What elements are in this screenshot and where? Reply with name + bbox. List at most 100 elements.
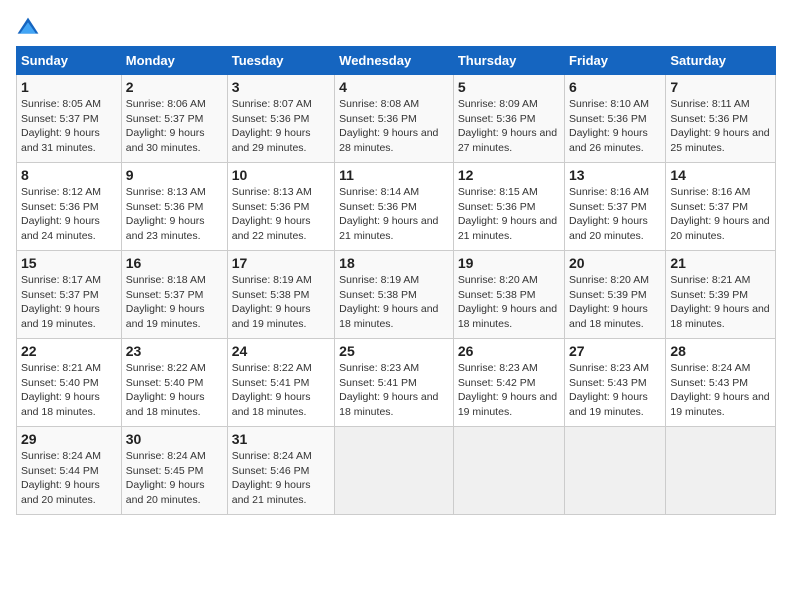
calendar-week-4: 22 Sunrise: 8:21 AMSunset: 5:40 PMDaylig… [17, 339, 776, 427]
day-cell-7: 7 Sunrise: 8:11 AMSunset: 5:36 PMDayligh… [666, 75, 776, 163]
day-info: Sunrise: 8:07 AMSunset: 5:36 PMDaylight:… [232, 98, 312, 154]
logo [16, 16, 44, 40]
day-number: 3 [232, 79, 330, 95]
day-number: 18 [339, 255, 449, 271]
day-cell-20: 20 Sunrise: 8:20 AMSunset: 5:39 PMDaylig… [565, 251, 666, 339]
day-info: Sunrise: 8:12 AMSunset: 5:36 PMDaylight:… [21, 186, 101, 242]
day-number: 19 [458, 255, 560, 271]
day-number: 13 [569, 167, 661, 183]
day-cell-13: 13 Sunrise: 8:16 AMSunset: 5:37 PMDaylig… [565, 163, 666, 251]
day-info: Sunrise: 8:20 AMSunset: 5:39 PMDaylight:… [569, 274, 649, 330]
day-number: 11 [339, 167, 449, 183]
day-number: 29 [21, 431, 117, 447]
day-cell-5: 5 Sunrise: 8:09 AMSunset: 5:36 PMDayligh… [453, 75, 564, 163]
day-number: 14 [670, 167, 771, 183]
day-number: 2 [126, 79, 223, 95]
days-header-row: SundayMondayTuesdayWednesdayThursdayFrid… [17, 47, 776, 75]
day-header-sunday: Sunday [17, 47, 122, 75]
day-info: Sunrise: 8:13 AMSunset: 5:36 PMDaylight:… [232, 186, 312, 242]
day-header-tuesday: Tuesday [227, 47, 334, 75]
day-cell-16: 16 Sunrise: 8:18 AMSunset: 5:37 PMDaylig… [121, 251, 227, 339]
day-cell-14: 14 Sunrise: 8:16 AMSunset: 5:37 PMDaylig… [666, 163, 776, 251]
header [16, 16, 776, 40]
day-info: Sunrise: 8:08 AMSunset: 5:36 PMDaylight:… [339, 98, 438, 154]
day-cell-10: 10 Sunrise: 8:13 AMSunset: 5:36 PMDaylig… [227, 163, 334, 251]
day-header-wednesday: Wednesday [335, 47, 454, 75]
day-info: Sunrise: 8:22 AMSunset: 5:41 PMDaylight:… [232, 362, 312, 418]
day-number: 10 [232, 167, 330, 183]
day-cell-15: 15 Sunrise: 8:17 AMSunset: 5:37 PMDaylig… [17, 251, 122, 339]
day-number: 20 [569, 255, 661, 271]
day-number: 25 [339, 343, 449, 359]
calendar-week-2: 8 Sunrise: 8:12 AMSunset: 5:36 PMDayligh… [17, 163, 776, 251]
day-number: 6 [569, 79, 661, 95]
day-number: 4 [339, 79, 449, 95]
day-cell-21: 21 Sunrise: 8:21 AMSunset: 5:39 PMDaylig… [666, 251, 776, 339]
day-cell-19: 19 Sunrise: 8:20 AMSunset: 5:38 PMDaylig… [453, 251, 564, 339]
day-header-thursday: Thursday [453, 47, 564, 75]
day-info: Sunrise: 8:21 AMSunset: 5:39 PMDaylight:… [670, 274, 769, 330]
day-cell-18: 18 Sunrise: 8:19 AMSunset: 5:38 PMDaylig… [335, 251, 454, 339]
day-number: 15 [21, 255, 117, 271]
day-cell-29: 29 Sunrise: 8:24 AMSunset: 5:44 PMDaylig… [17, 427, 122, 515]
empty-cell [565, 427, 666, 515]
day-number: 24 [232, 343, 330, 359]
day-cell-4: 4 Sunrise: 8:08 AMSunset: 5:36 PMDayligh… [335, 75, 454, 163]
day-number: 1 [21, 79, 117, 95]
day-info: Sunrise: 8:16 AMSunset: 5:37 PMDaylight:… [569, 186, 649, 242]
day-number: 9 [126, 167, 223, 183]
day-info: Sunrise: 8:20 AMSunset: 5:38 PMDaylight:… [458, 274, 557, 330]
day-cell-11: 11 Sunrise: 8:14 AMSunset: 5:36 PMDaylig… [335, 163, 454, 251]
day-cell-31: 31 Sunrise: 8:24 AMSunset: 5:46 PMDaylig… [227, 427, 334, 515]
day-info: Sunrise: 8:11 AMSunset: 5:36 PMDaylight:… [670, 98, 769, 154]
day-number: 21 [670, 255, 771, 271]
day-info: Sunrise: 8:24 AMSunset: 5:46 PMDaylight:… [232, 450, 312, 506]
day-info: Sunrise: 8:21 AMSunset: 5:40 PMDaylight:… [21, 362, 101, 418]
day-info: Sunrise: 8:06 AMSunset: 5:37 PMDaylight:… [126, 98, 206, 154]
day-number: 5 [458, 79, 560, 95]
day-info: Sunrise: 8:24 AMSunset: 5:44 PMDaylight:… [21, 450, 101, 506]
calendar-week-1: 1 Sunrise: 8:05 AMSunset: 5:37 PMDayligh… [17, 75, 776, 163]
day-number: 7 [670, 79, 771, 95]
day-cell-3: 3 Sunrise: 8:07 AMSunset: 5:36 PMDayligh… [227, 75, 334, 163]
day-info: Sunrise: 8:18 AMSunset: 5:37 PMDaylight:… [126, 274, 206, 330]
day-cell-28: 28 Sunrise: 8:24 AMSunset: 5:43 PMDaylig… [666, 339, 776, 427]
day-number: 22 [21, 343, 117, 359]
logo-icon [16, 16, 40, 40]
day-cell-24: 24 Sunrise: 8:22 AMSunset: 5:41 PMDaylig… [227, 339, 334, 427]
day-info: Sunrise: 8:15 AMSunset: 5:36 PMDaylight:… [458, 186, 557, 242]
day-info: Sunrise: 8:23 AMSunset: 5:43 PMDaylight:… [569, 362, 649, 418]
calendar-week-5: 29 Sunrise: 8:24 AMSunset: 5:44 PMDaylig… [17, 427, 776, 515]
day-header-saturday: Saturday [666, 47, 776, 75]
day-cell-27: 27 Sunrise: 8:23 AMSunset: 5:43 PMDaylig… [565, 339, 666, 427]
day-number: 17 [232, 255, 330, 271]
day-number: 30 [126, 431, 223, 447]
page-container: SundayMondayTuesdayWednesdayThursdayFrid… [16, 16, 776, 515]
day-number: 16 [126, 255, 223, 271]
day-info: Sunrise: 8:19 AMSunset: 5:38 PMDaylight:… [232, 274, 312, 330]
day-number: 28 [670, 343, 771, 359]
day-number: 23 [126, 343, 223, 359]
day-info: Sunrise: 8:14 AMSunset: 5:36 PMDaylight:… [339, 186, 438, 242]
day-cell-23: 23 Sunrise: 8:22 AMSunset: 5:40 PMDaylig… [121, 339, 227, 427]
day-info: Sunrise: 8:19 AMSunset: 5:38 PMDaylight:… [339, 274, 438, 330]
day-info: Sunrise: 8:05 AMSunset: 5:37 PMDaylight:… [21, 98, 101, 154]
day-info: Sunrise: 8:23 AMSunset: 5:41 PMDaylight:… [339, 362, 438, 418]
day-number: 12 [458, 167, 560, 183]
day-cell-2: 2 Sunrise: 8:06 AMSunset: 5:37 PMDayligh… [121, 75, 227, 163]
day-cell-26: 26 Sunrise: 8:23 AMSunset: 5:42 PMDaylig… [453, 339, 564, 427]
calendar-week-3: 15 Sunrise: 8:17 AMSunset: 5:37 PMDaylig… [17, 251, 776, 339]
day-number: 26 [458, 343, 560, 359]
day-number: 27 [569, 343, 661, 359]
day-info: Sunrise: 8:24 AMSunset: 5:45 PMDaylight:… [126, 450, 206, 506]
day-info: Sunrise: 8:09 AMSunset: 5:36 PMDaylight:… [458, 98, 557, 154]
empty-cell [335, 427, 454, 515]
day-cell-25: 25 Sunrise: 8:23 AMSunset: 5:41 PMDaylig… [335, 339, 454, 427]
day-cell-6: 6 Sunrise: 8:10 AMSunset: 5:36 PMDayligh… [565, 75, 666, 163]
calendar-table: SundayMondayTuesdayWednesdayThursdayFrid… [16, 46, 776, 515]
day-number: 8 [21, 167, 117, 183]
day-header-monday: Monday [121, 47, 227, 75]
day-cell-30: 30 Sunrise: 8:24 AMSunset: 5:45 PMDaylig… [121, 427, 227, 515]
day-cell-9: 9 Sunrise: 8:13 AMSunset: 5:36 PMDayligh… [121, 163, 227, 251]
day-cell-1: 1 Sunrise: 8:05 AMSunset: 5:37 PMDayligh… [17, 75, 122, 163]
